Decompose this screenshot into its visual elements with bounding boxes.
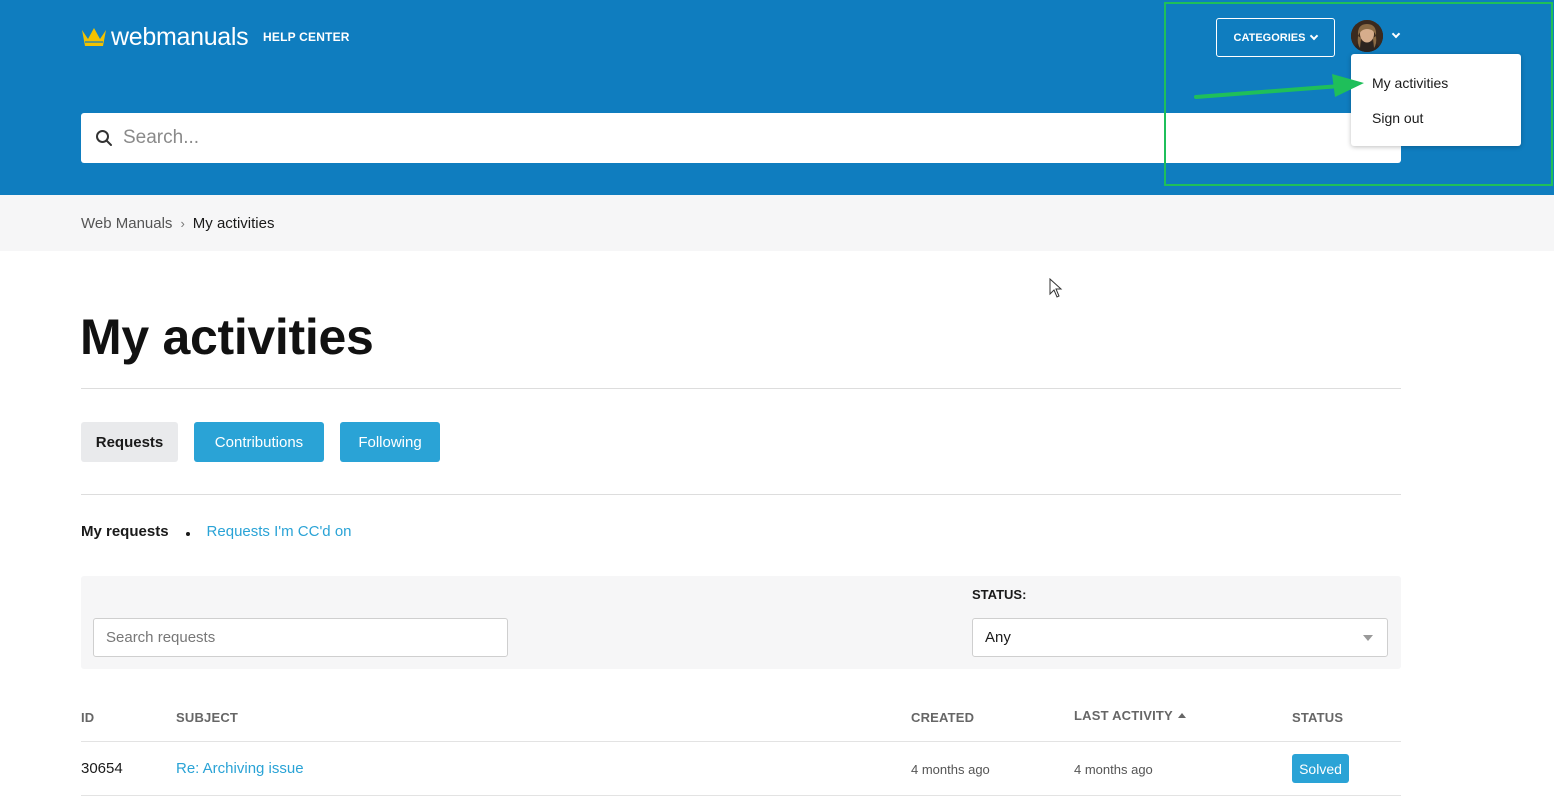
- sort-ascending-icon: [1177, 713, 1186, 718]
- user-menu-chevron-icon[interactable]: [1391, 29, 1401, 39]
- breadcrumb-bar: Web Manuals › My activities: [0, 195, 1554, 251]
- request-created: 4 months ago: [911, 762, 990, 777]
- tab-contributions[interactable]: Contributions: [194, 422, 324, 462]
- column-header-last-activity[interactable]: LAST ACTIVITY: [1074, 708, 1186, 723]
- breadcrumb-current: My activities: [192, 215, 275, 232]
- request-subject-link[interactable]: Re: Archiving issue: [176, 760, 304, 777]
- tab-following[interactable]: Following: [340, 422, 440, 462]
- tab-requests[interactable]: Requests: [81, 422, 178, 462]
- search-icon: [96, 130, 112, 146]
- divider: [81, 494, 1401, 495]
- request-last-activity: 4 months ago: [1074, 762, 1153, 777]
- avatar[interactable]: [1351, 20, 1383, 52]
- requests-subnav: My requests Requests I'm CC'd on: [81, 523, 352, 540]
- column-header-subject[interactable]: SUBJECT: [176, 710, 238, 725]
- search-bar[interactable]: Search...: [81, 113, 1401, 163]
- search-input[interactable]: Search...: [123, 127, 199, 149]
- crown-logo-icon: [82, 28, 106, 46]
- menu-item-sign-out[interactable]: Sign out: [1372, 110, 1423, 126]
- search-requests-input[interactable]: Search requests: [93, 618, 508, 657]
- breadcrumb: Web Manuals › My activities: [81, 215, 274, 232]
- logo[interactable]: webmanuals: [81, 22, 249, 52]
- status-filter-label: STATUS:: [972, 587, 1027, 602]
- request-id: 30654: [81, 760, 123, 777]
- filter-panel: Search requests STATUS: Any: [81, 576, 1401, 669]
- categories-label: CATEGORIES: [1233, 31, 1306, 44]
- column-header-status[interactable]: STATUS: [1292, 710, 1343, 725]
- subnav-separator-dot: [185, 531, 190, 536]
- user-photo-icon: [1351, 20, 1383, 52]
- divider: [81, 388, 1401, 389]
- status-select-value: Any: [985, 629, 1011, 646]
- help-center-link[interactable]: HELP CENTER: [263, 30, 350, 44]
- logo-text: webmanuals: [111, 22, 249, 51]
- subnav-cc-requests-link[interactable]: Requests I'm CC'd on: [207, 523, 352, 540]
- categories-button[interactable]: CATEGORIES: [1216, 18, 1335, 57]
- breadcrumb-home-link[interactable]: Web Manuals: [81, 215, 172, 232]
- subnav-my-requests: My requests: [81, 523, 169, 540]
- column-header-last-activity-label: LAST ACTIVITY: [1074, 708, 1173, 723]
- column-header-id[interactable]: ID: [81, 710, 94, 725]
- status-badge: Solved: [1292, 754, 1349, 783]
- chevron-down-icon: [1310, 31, 1319, 41]
- caret-down-icon: [1363, 635, 1373, 641]
- breadcrumb-separator-icon: ›: [180, 216, 185, 231]
- mouse-cursor-icon: [1049, 278, 1063, 298]
- user-dropdown-menu: My activities Sign out: [1351, 54, 1521, 146]
- header: webmanuals HELP CENTER CATEGORIES Search…: [0, 0, 1554, 195]
- status-select[interactable]: Any: [972, 618, 1388, 657]
- table-divider: [81, 741, 1401, 742]
- table-divider: [81, 795, 1401, 796]
- page-title: My activities: [80, 309, 374, 365]
- menu-item-my-activities[interactable]: My activities: [1372, 75, 1448, 91]
- column-header-created[interactable]: CREATED: [911, 710, 974, 725]
